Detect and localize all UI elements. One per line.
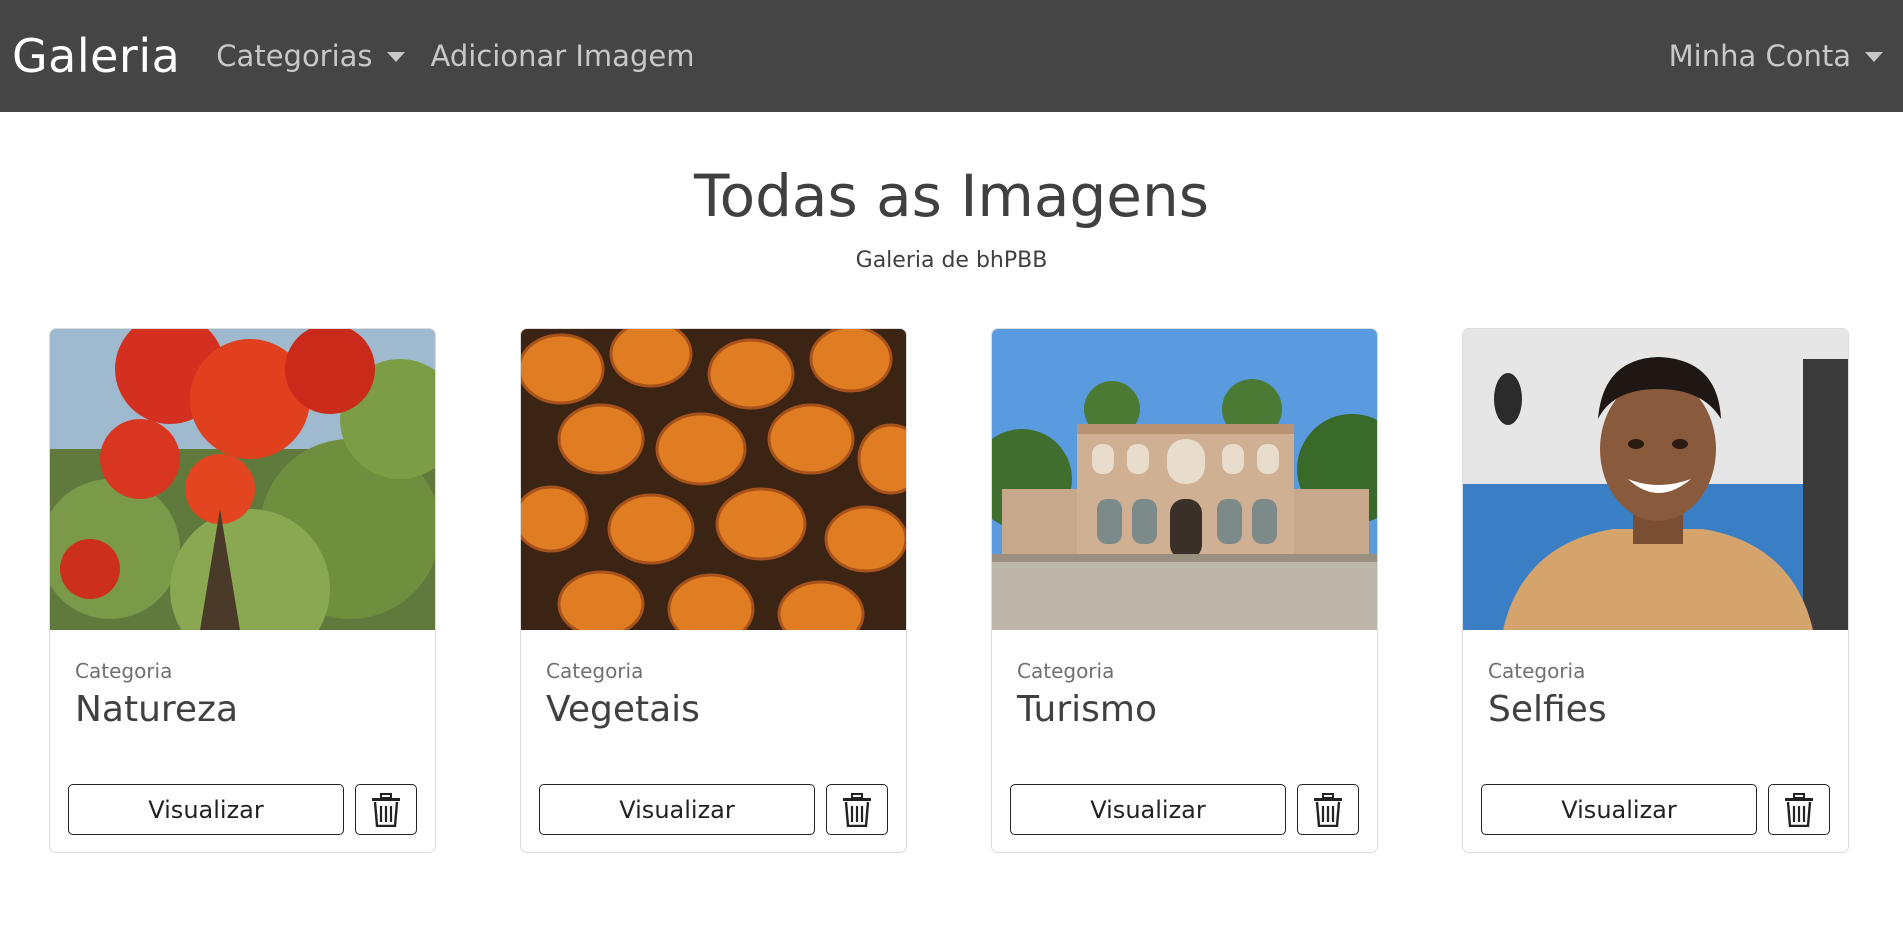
trash-icon <box>372 792 400 827</box>
card-image-tourism[interactable] <box>992 329 1377 630</box>
caret-down-icon <box>1865 52 1883 62</box>
caret-down-icon <box>386 52 405 62</box>
delete-button[interactable] <box>1768 784 1830 835</box>
page-subtitle: Galeria de bhPBB <box>855 248 1048 273</box>
trash-icon <box>843 792 871 827</box>
delete-button[interactable] <box>1297 784 1359 835</box>
trash-icon <box>1785 792 1813 827</box>
nav-categories-label: Categorias <box>216 39 373 73</box>
card-image-vegetables[interactable] <box>521 329 906 630</box>
image-card: Categoria Natureza Visualizar <box>49 328 436 853</box>
card-category-name: Turismo <box>1017 689 1157 730</box>
image-card: Categoria Turismo Visualizar <box>991 328 1378 853</box>
card-category-label: Categoria <box>546 659 644 683</box>
view-button[interactable]: Visualizar <box>68 784 344 835</box>
card-category-name: Vegetais <box>546 689 700 730</box>
nav-account-label: Minha Conta <box>1668 39 1851 73</box>
view-button[interactable]: Visualizar <box>1481 784 1757 835</box>
nav-categories-dropdown[interactable]: Categorias <box>216 39 405 73</box>
nav-account-dropdown[interactable]: Minha Conta <box>1669 39 1883 73</box>
card-image-selfie[interactable] <box>1463 329 1848 630</box>
card-image-nature[interactable] <box>50 329 435 630</box>
card-category-name: Selfies <box>1488 689 1607 730</box>
card-category-label: Categoria <box>1017 659 1115 683</box>
navbar: Galeria Categorias Adicionar Imagem Minh… <box>0 0 1903 112</box>
image-card: Categoria Selfies Visualizar <box>1462 328 1849 853</box>
nav-add-image-link[interactable]: Adicionar Imagem <box>431 39 695 73</box>
brand-logo[interactable]: Galeria <box>12 29 180 83</box>
view-button[interactable]: Visualizar <box>1010 784 1286 835</box>
delete-button[interactable] <box>826 784 888 835</box>
trash-icon <box>1314 792 1342 827</box>
card-category-label: Categoria <box>1488 659 1586 683</box>
card-category-label: Categoria <box>75 659 173 683</box>
card-category-name: Natureza <box>75 689 239 730</box>
delete-button[interactable] <box>355 784 417 835</box>
image-card: Categoria Vegetais Visualizar <box>520 328 907 853</box>
view-button[interactable]: Visualizar <box>539 784 815 835</box>
page-title: Todas as Imagens <box>694 162 1209 230</box>
